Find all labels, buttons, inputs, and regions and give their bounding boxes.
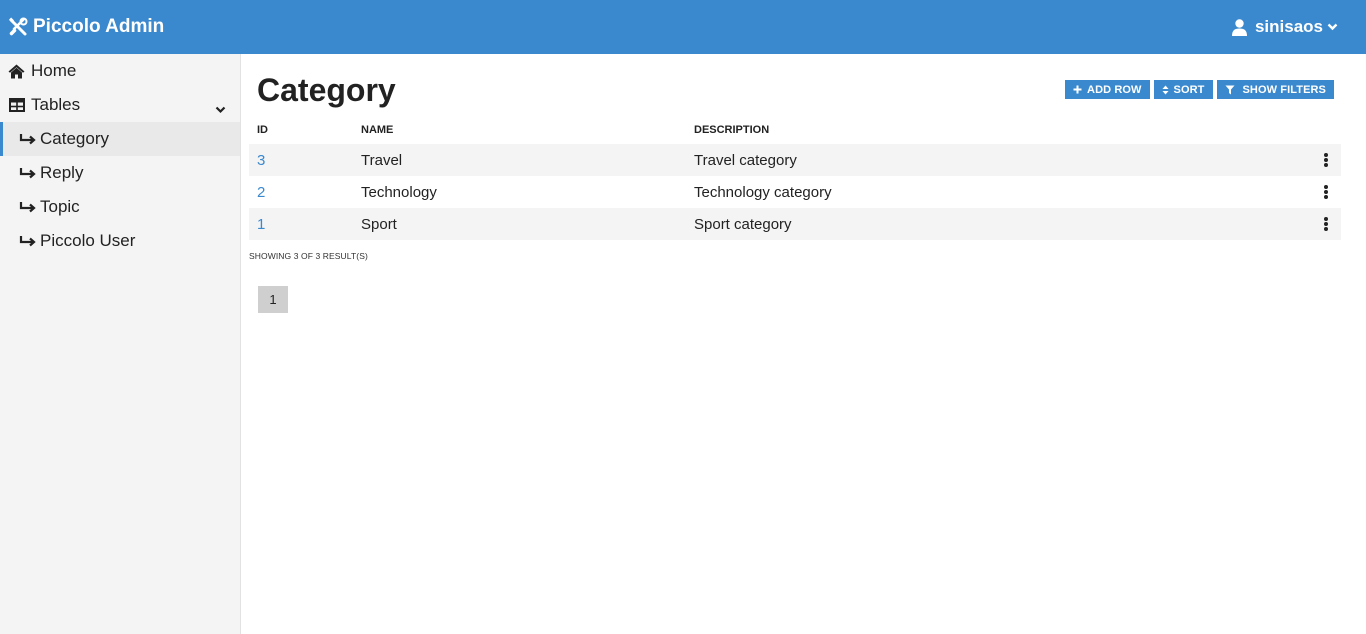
row-description: Travel category (694, 152, 797, 169)
sort-icon (1162, 85, 1169, 95)
row-name: Travel (361, 152, 403, 169)
home-icon (8, 63, 25, 80)
tools-icon (8, 17, 28, 37)
column-header-name[interactable]: NAME (361, 124, 393, 136)
show-filters-button[interactable]: SHOW FILTERS (1216, 80, 1334, 99)
sidebar-item-category[interactable]: Category (0, 122, 240, 156)
row-description: Sport category (694, 216, 792, 233)
row-menu-icon[interactable] (1321, 152, 1331, 168)
username: sinisaos (1254, 17, 1323, 36)
chevron-down-icon (1327, 23, 1338, 31)
add-row-label: ADD ROW (1087, 83, 1142, 96)
sort-label: SORT (1173, 83, 1205, 96)
row-menu-icon[interactable] (1321, 216, 1331, 232)
sidebar-item-topic[interactable]: Topic (0, 190, 240, 224)
filter-icon (1225, 85, 1235, 95)
sidebar-item-label: Tables (31, 95, 81, 114)
row-name: Technology (361, 184, 437, 201)
row-id-link[interactable]: 2 (257, 184, 265, 201)
sidebar-item-label: Category (40, 129, 109, 148)
sidebar-item-reply[interactable]: Reply (0, 156, 240, 190)
sidebar-item-label: Home (31, 61, 77, 80)
column-header-id[interactable]: ID (257, 124, 268, 136)
column-header-description[interactable]: DESCRIPTION (694, 124, 769, 136)
top-bar: Piccolo Admin sinisaos (0, 0, 1366, 54)
page-title: Category (257, 72, 396, 108)
table-header: ID NAME DESCRIPTION (249, 120, 1341, 144)
user-icon (1231, 18, 1247, 36)
brand-link[interactable]: Piccolo Admin (8, 15, 164, 39)
chevron-down-icon (215, 99, 226, 119)
sidebar-item-label: Reply (40, 163, 84, 182)
row-id-link[interactable]: 3 (257, 152, 265, 169)
data-table: ID NAME DESCRIPTION 3 Travel Travel cate… (249, 120, 1341, 240)
result-count: SHOWING 3 OF 3 RESULT(S) (249, 251, 368, 261)
row-id-link[interactable]: 1 (257, 216, 265, 233)
sidebar-item-label: Piccolo User (40, 231, 136, 250)
plus-icon (1073, 85, 1082, 94)
table-icon (8, 97, 25, 114)
brand-title: Piccolo Admin (33, 16, 165, 37)
row-menu-icon[interactable] (1321, 184, 1331, 200)
sidebar-item-home[interactable]: Home (0, 54, 240, 88)
table-row: 2 Technology Technology category (249, 176, 1341, 208)
sort-button[interactable]: SORT (1153, 80, 1213, 99)
sidebar: Home Tables Category Reply Topic Piccolo… (0, 54, 241, 634)
table-row: 3 Travel Travel category (249, 144, 1341, 176)
sidebar-item-piccolo-user[interactable]: Piccolo User (0, 224, 240, 258)
level-down-arrow-icon (19, 131, 36, 148)
level-down-arrow-icon (19, 199, 36, 216)
row-name: Sport (361, 216, 397, 233)
sidebar-item-label: Topic (40, 197, 80, 216)
pagination-page-button[interactable]: 1 (258, 286, 288, 313)
show-filters-label: SHOW FILTERS (1242, 83, 1326, 96)
level-down-arrow-icon (19, 233, 36, 250)
user-menu[interactable]: sinisaos (1231, 15, 1338, 39)
level-down-arrow-icon (19, 165, 36, 182)
add-row-button[interactable]: ADD ROW (1065, 80, 1150, 99)
sidebar-item-tables[interactable]: Tables (0, 88, 240, 122)
toolbar: ADD ROW SORT SHOW FILTERS (1065, 80, 1334, 99)
table-row: 1 Sport Sport category (249, 208, 1341, 240)
row-description: Technology category (694, 184, 832, 201)
main-content: Category ADD ROW SORT SHOW FILTERS ID NA… (241, 54, 1366, 634)
